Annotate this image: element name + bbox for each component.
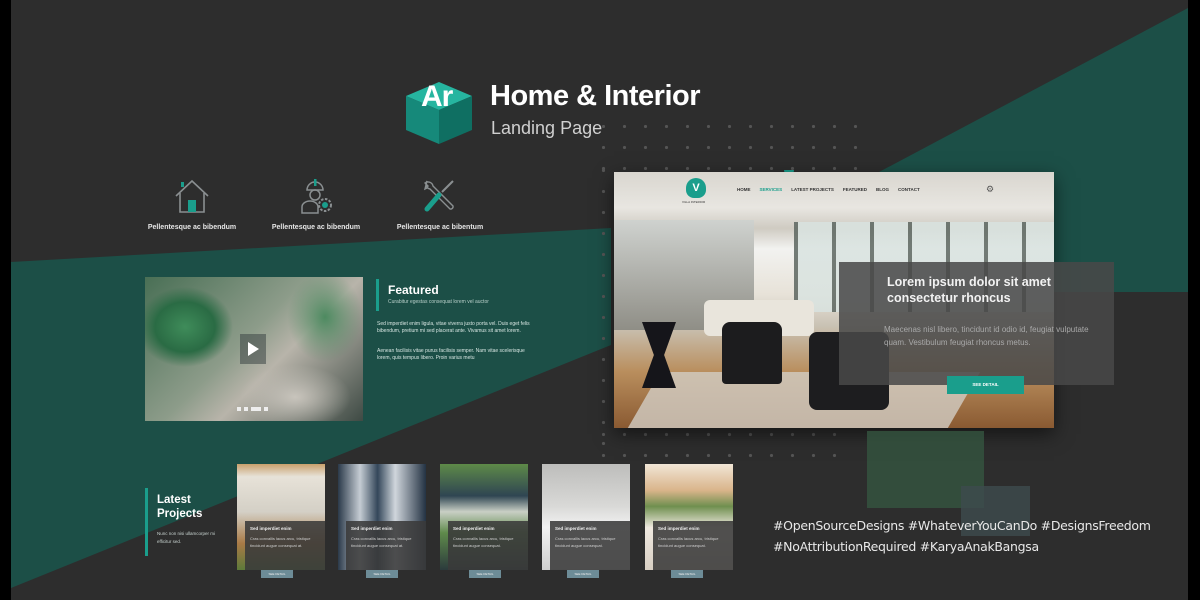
project-detail-button[interactable]: SEE DETAIL bbox=[469, 570, 501, 578]
logo-text: Ar bbox=[421, 80, 453, 113]
project-detail-button[interactable]: SEE DETAIL bbox=[567, 570, 599, 578]
dot-grid-bottom bbox=[593, 424, 853, 466]
feature-label: Pellentesque ac bibendum bbox=[147, 224, 237, 231]
project-desc: Cras convallis lacus arcu, tristique tin… bbox=[555, 536, 616, 548]
project-info: Sed imperdiet enim Cras convallis lacus … bbox=[346, 521, 426, 570]
slider-dot-active[interactable] bbox=[251, 407, 261, 411]
featured-title: Featured bbox=[388, 283, 439, 297]
feature-label: Pellentesque ac bibendum bbox=[271, 224, 361, 231]
tools-icon bbox=[423, 180, 454, 212]
dot-grid-top bbox=[593, 116, 863, 176]
nav-latest-projects[interactable]: LATEST PROJECTS bbox=[791, 187, 834, 192]
hashtags: #OpenSourceDesigns #WhateverYouCanDo #De… bbox=[773, 515, 1151, 557]
nav-blog[interactable]: BLOG bbox=[876, 187, 889, 192]
hashtag-line: #OpenSourceDesigns #WhateverYouCanDo #De… bbox=[773, 518, 1151, 533]
project-desc: Cras convallis lacus arcu, tristique tin… bbox=[250, 536, 311, 548]
see-detail-button[interactable]: SEE DETAIL bbox=[947, 376, 1024, 394]
mockup-logo-caption: VILLA INTERIOR bbox=[682, 200, 706, 204]
latest-projects-subtitle: Nunc non nisi ullamcorper mi efficitur s… bbox=[157, 531, 216, 544]
featured-paragraph: Sed imperdiet enim ligula, vitae viverra… bbox=[377, 321, 530, 334]
project-info: Sed imperdiet enim Cras convallis lacus … bbox=[653, 521, 733, 570]
featured-subtitle: Curabitur egestas consequat lorem vel au… bbox=[388, 299, 489, 305]
title-line: Latest bbox=[157, 494, 191, 506]
mockup-photo-table bbox=[642, 322, 676, 388]
slider-dots bbox=[237, 407, 268, 411]
dot-grid-left bbox=[593, 160, 615, 460]
project-desc: Cras convallis lacus arcu, tristique tin… bbox=[453, 536, 514, 548]
project-desc: Cras convallis lacus arcu, tristique tin… bbox=[658, 536, 719, 548]
latest-projects-title: Latest Projects bbox=[157, 493, 217, 521]
hashtag-line: #NoAttributionRequired #KaryaAnakBangsa bbox=[773, 539, 1039, 554]
hero-title: Lorem ipsum dolor sit amet consectetur r… bbox=[887, 275, 1051, 305]
project-info: Sed imperdiet enim Cras convallis lacus … bbox=[245, 521, 325, 570]
nav-home[interactable]: HOME bbox=[737, 187, 751, 192]
mockup-nav: HOME SERVICES LATEST PROJECTS FEATURED B… bbox=[737, 187, 920, 192]
nav-services[interactable]: SERVICES bbox=[760, 187, 783, 192]
brand-title: Home & Interior bbox=[490, 80, 701, 112]
project-card[interactable]: Sed imperdiet enim Cras convallis lacus … bbox=[237, 464, 325, 570]
feature-label: Pellentesque ac bibentum bbox=[396, 224, 484, 231]
project-info: Sed imperdiet enim Cras convallis lacus … bbox=[550, 521, 630, 570]
hero-body: Maecenas nisl libero, tincidunt id odio … bbox=[884, 325, 1089, 347]
project-card[interactable]: Sed imperdiet enim Cras convallis lacus … bbox=[542, 464, 630, 570]
mockup-photo-chair bbox=[722, 322, 782, 384]
title-line: Projects bbox=[157, 508, 203, 520]
feature-item: Pellentesque ac bibentum bbox=[380, 176, 500, 231]
featured-paragraph: Aenean facilisis vitae purus facilisis s… bbox=[377, 348, 525, 361]
play-icon[interactable] bbox=[240, 334, 266, 364]
nav-featured[interactable]: FEATURED bbox=[843, 187, 867, 192]
project-title: Sed imperdiet enim bbox=[555, 526, 597, 531]
feature-item: Pellentesque ac bibendum bbox=[132, 176, 252, 231]
project-title: Sed imperdiet enim bbox=[351, 526, 393, 531]
mockup-logo[interactable]: V bbox=[686, 178, 706, 198]
project-detail-button[interactable]: SEE DETAIL bbox=[261, 570, 293, 578]
nav-contact[interactable]: CONTACT bbox=[898, 187, 920, 192]
project-detail-button[interactable]: SEE DETAIL bbox=[671, 570, 703, 578]
slider-dot[interactable] bbox=[244, 407, 248, 411]
slider-dot[interactable] bbox=[264, 407, 268, 411]
accent-bar bbox=[145, 488, 148, 556]
gear-icon[interactable]: ⚙ bbox=[986, 184, 994, 195]
project-card[interactable]: Sed imperdiet enim Cras convallis lacus … bbox=[440, 464, 528, 570]
project-info: Sed imperdiet enim Cras convallis lacus … bbox=[448, 521, 528, 570]
project-card[interactable]: Sed imperdiet enim Cras convallis lacus … bbox=[338, 464, 426, 570]
project-title: Sed imperdiet enim bbox=[453, 526, 495, 531]
slider-dot[interactable] bbox=[237, 407, 241, 411]
worker-gear-icon bbox=[301, 179, 332, 214]
project-desc: Cras convallis lacus arcu, tristique tin… bbox=[351, 536, 412, 548]
project-title: Sed imperdiet enim bbox=[250, 526, 292, 531]
project-card[interactable]: Sed imperdiet enim Cras convallis lacus … bbox=[645, 464, 733, 570]
accent-bar bbox=[376, 279, 379, 311]
project-title: Sed imperdiet enim bbox=[658, 526, 700, 531]
featured-video[interactable] bbox=[145, 277, 363, 421]
feature-item: Pellentesque ac bibendum bbox=[256, 176, 376, 231]
landing-page-preview: Ar Home & Interior Landing Page Pellente… bbox=[11, 0, 1188, 600]
brand-subtitle: Landing Page bbox=[491, 118, 603, 138]
project-detail-button[interactable]: SEE DETAIL bbox=[366, 570, 398, 578]
house-icon bbox=[175, 179, 209, 213]
